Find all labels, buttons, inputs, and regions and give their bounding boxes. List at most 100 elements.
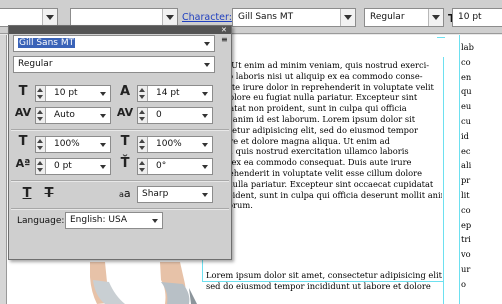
antialias-dropdown[interactable]: Sharp [137, 186, 213, 203]
text-line: o [461, 278, 466, 289]
kerning-field[interactable]: Auto [35, 107, 111, 124]
rotation-text: 0° [156, 161, 167, 171]
text-line: ep [461, 219, 472, 230]
stepper-icon[interactable] [36, 86, 46, 101]
font-size-field[interactable]: 10 pt [35, 85, 111, 102]
text-line: lit [461, 189, 470, 200]
text-frame-right[interactable]: lab co en qu eu cu id ec ali pr lit co e… [461, 40, 501, 292]
chevron-down-icon[interactable] [204, 42, 210, 46]
chevron-down-icon[interactable] [202, 92, 208, 96]
chevron-down-icon[interactable] [428, 9, 443, 26]
rotation-icon: Ť [120, 156, 130, 171]
text-line: ali [461, 160, 472, 171]
vertical-scale-field[interactable]: 100% [35, 136, 111, 153]
shoe-image[interactable] [85, 262, 215, 304]
font-size-dropdown[interactable]: 10 pt [452, 8, 502, 27]
chevron-down-icon[interactable] [100, 92, 106, 96]
text-line: ur [461, 263, 471, 274]
panel-font-style-field[interactable]: Regular [13, 56, 215, 73]
stepper-icon[interactable] [138, 137, 148, 152]
font-style-dropdown[interactable]: Regular [364, 8, 444, 27]
vertical-scale-icon: T [18, 134, 28, 149]
rotation-field[interactable]: 0° [137, 158, 213, 175]
text-line: Duis aute irure dolor in reprehenderit i… [200, 81, 434, 92]
horizontal-scale-field[interactable]: 100% [137, 136, 213, 153]
chevron-down-icon[interactable] [202, 114, 208, 118]
text-line: ut labore et dolore magna aliqua. Ut eni… [200, 135, 390, 146]
leading-field[interactable]: 14 pt [137, 85, 213, 102]
text-line: consectetur adipisicing elit, sed do eiu… [200, 124, 418, 135]
stepper-icon[interactable] [138, 86, 148, 101]
font-size-text: 10 pt [54, 88, 78, 98]
text-line: lab [461, 42, 474, 52]
text-line: tri [461, 234, 471, 245]
panel-font-family-text: Gill Sans MT [18, 38, 76, 48]
text-line: aliqua. Ut enim ad minim veniam, quis no… [200, 60, 430, 70]
text-line: t mollit anim id est laborum. Lorem ipsu… [200, 113, 416, 124]
chevron-down-icon[interactable] [152, 219, 158, 223]
divider [11, 180, 229, 182]
panel-font-family-field[interactable]: Gill Sans MT [13, 35, 215, 52]
stepper-icon[interactable] [36, 137, 46, 152]
chevron-down-icon[interactable] [42, 9, 57, 26]
baseline-shift-field[interactable]: 0 pt [35, 158, 111, 175]
character-panel-link[interactable]: Character: [182, 12, 232, 23]
text-line: non proident, sunt in culpa qui officia … [200, 189, 442, 200]
chevron-down-icon[interactable] [162, 9, 177, 26]
text-line: in reprehenderit in voluptate velit esse… [200, 167, 423, 178]
text-line: vo [461, 249, 471, 260]
text-line: co [461, 56, 471, 67]
guide-mark [437, 37, 445, 38]
antialias-icon-large: a [123, 187, 131, 200]
tracking-text: 0 [156, 110, 162, 120]
stepper-icon[interactable] [138, 108, 148, 123]
stepper-icon[interactable] [36, 159, 46, 174]
language-dropdown[interactable]: English: USA [65, 212, 163, 229]
divider [11, 129, 229, 131]
text-line: ec [461, 145, 471, 156]
tracking-field[interactable]: 0 [137, 107, 213, 124]
chevron-down-icon[interactable] [202, 193, 208, 197]
stepper-icon[interactable] [138, 159, 148, 174]
text-line: sed do eiusmod tempor incididunt ut labo… [206, 280, 431, 291]
font-family-dropdown[interactable]: Gill Sans MT [232, 8, 356, 27]
stepper-icon[interactable] [36, 108, 46, 123]
antialias-text: Sharp [142, 189, 169, 199]
font-size-value: 10 pt [458, 12, 482, 22]
font-size-icon: T [18, 84, 28, 99]
tracking-icon: AV [116, 106, 134, 119]
baseline-shift-text: 0 pt [54, 161, 72, 171]
text-frame-lower[interactable]: Lorem ipsum dolor sit amet, consectetur … [206, 270, 442, 292]
chevron-down-icon[interactable] [100, 114, 106, 118]
text-line: Lorem ipsum dolor sit amet, consectetur … [206, 270, 442, 280]
text-line: eu [461, 101, 472, 112]
text-line: veniam, quis nostrud exercitation ullamc… [200, 146, 409, 157]
chevron-down-icon[interactable] [100, 165, 106, 169]
text-line: fugiat nulla pariatur. Excepteur sint oc… [200, 178, 434, 189]
vertical-scale-text: 100% [54, 139, 80, 149]
underline-icon[interactable]: T [17, 186, 37, 201]
panel-menu-icon[interactable]: ≡ [221, 35, 228, 44]
selected-text: Gill Sans MT [18, 38, 76, 48]
text-line: cu [461, 115, 471, 126]
text-line: est laborum. [200, 200, 253, 211]
text-line: t cupidatat non proident, sunt in culpa … [200, 103, 407, 114]
leading-icon: A [119, 84, 131, 99]
close-icon[interactable]: ✕ [221, 27, 227, 34]
text-frame-main[interactable]: aliqua. Ut enim ad minim veniam, quis no… [200, 60, 442, 211]
chevron-down-icon[interactable] [100, 143, 106, 147]
strikethrough-icon[interactable]: T [39, 186, 59, 201]
horizontal-scale-icon: T [120, 134, 130, 149]
text-line: co [461, 204, 471, 215]
chevron-down-icon[interactable] [204, 63, 210, 67]
chevron-down-icon[interactable] [202, 143, 208, 147]
chevron-down-icon[interactable] [202, 165, 208, 169]
chevron-down-icon[interactable] [340, 9, 355, 26]
leading-text: 14 pt [156, 88, 180, 98]
character-panel: ✕ ≡ Gill Sans MT Regular T 10 pt A 14 pt… [8, 25, 232, 260]
text-line: pr [461, 175, 471, 186]
language-label: Language: [17, 216, 65, 226]
column-guide [459, 35, 460, 304]
kerning-icon: AV [14, 106, 32, 119]
panel-titlebar[interactable] [9, 26, 231, 34]
